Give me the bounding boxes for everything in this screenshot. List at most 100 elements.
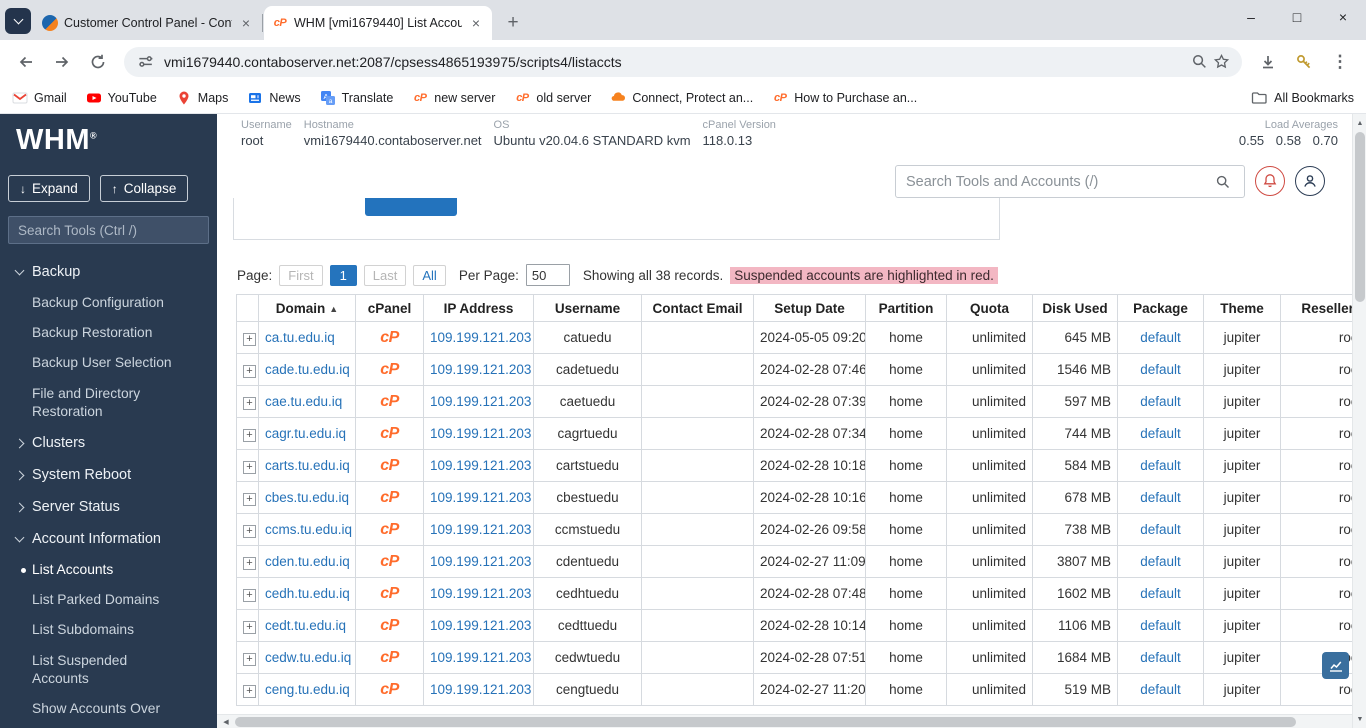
expand-row-icon[interactable]: + <box>243 621 256 634</box>
browser-tab-contabo[interactable]: Customer Control Panel - Conta × <box>34 6 262 40</box>
domain-link[interactable]: ca.tu.edu.iq <box>265 330 335 345</box>
domain-link[interactable]: cagr.tu.edu.iq <box>265 426 346 441</box>
expand-button[interactable]: ↓ Expand <box>8 175 90 202</box>
scroll-down-icon[interactable]: ▼ <box>1353 712 1366 726</box>
sidebar-item-list-subdomains[interactable]: List Subdomains <box>0 615 217 645</box>
first-page-button[interactable]: First <box>279 265 322 286</box>
bookmark-star-icon[interactable] <box>1210 51 1232 73</box>
sidebar-item-file-and-directory-restoration[interactable]: File and Directory Restoration <box>0 379 217 427</box>
column-header-reseller-owner[interactable]: Reseller/Owner <box>1281 295 1353 322</box>
package-link[interactable]: default <box>1140 586 1181 601</box>
sidebar-item-list-suspended-accounts[interactable]: List Suspended Accounts <box>0 646 217 694</box>
cpanel-login-icon[interactable]: cP <box>380 361 399 378</box>
sidebar-item-server-status[interactable]: Server Status <box>0 491 217 523</box>
site-controls-icon[interactable] <box>134 51 156 73</box>
browser-tab-whm[interactable]: cP WHM [vmi1679440] List Accou × <box>264 6 492 40</box>
reload-button[interactable] <box>85 49 111 75</box>
cpanel-login-icon[interactable]: cP <box>380 521 399 538</box>
tab-close-icon[interactable]: × <box>468 15 484 31</box>
cpanel-login-icon[interactable]: cP <box>380 585 399 602</box>
forward-button[interactable] <box>49 49 75 75</box>
main-search-box[interactable] <box>895 165 1245 198</box>
notifications-button[interactable] <box>1255 166 1285 196</box>
sidebar-item-clusters[interactable]: Clusters <box>0 427 217 459</box>
package-link[interactable]: default <box>1140 458 1181 473</box>
expand-row-icon[interactable]: + <box>243 525 256 538</box>
ip-address-link[interactable]: 109.199.121.203 <box>430 554 531 569</box>
package-link[interactable]: default <box>1140 650 1181 665</box>
bookmark-maps[interactable]: Maps <box>176 90 229 106</box>
per-page-input[interactable] <box>526 264 570 286</box>
url-bar[interactable]: vmi1679440.contaboserver.net:2087/cpsess… <box>124 47 1242 77</box>
package-link[interactable]: default <box>1140 490 1181 505</box>
expand-row-icon[interactable]: + <box>243 589 256 602</box>
domain-link[interactable]: cedt.tu.edu.iq <box>265 618 346 633</box>
maximize-button[interactable]: □ <box>1274 0 1320 34</box>
ip-address-link[interactable]: 109.199.121.203 <box>430 362 531 377</box>
bookmark-how-to-purchase-an[interactable]: cPHow to Purchase an... <box>772 90 917 106</box>
bookmark-old-server[interactable]: cPold server <box>514 90 591 106</box>
domain-link[interactable]: ceng.tu.edu.iq <box>265 682 350 697</box>
cpanel-login-icon[interactable]: cP <box>380 425 399 442</box>
column-header-package[interactable]: Package <box>1118 295 1204 322</box>
package-link[interactable]: default <box>1140 362 1181 377</box>
domain-link[interactable]: cedw.tu.edu.iq <box>265 650 351 665</box>
bookmark-connect-protect-an[interactable]: Connect, Protect an... <box>610 90 753 106</box>
sidebar-item-backup-restoration[interactable]: Backup Restoration <box>0 318 217 348</box>
expand-row-icon[interactable]: + <box>243 333 256 346</box>
package-link[interactable]: default <box>1140 426 1181 441</box>
column-header-quota[interactable]: Quota <box>947 295 1033 322</box>
tab-close-icon[interactable]: × <box>238 15 254 31</box>
ip-address-link[interactable]: 109.199.121.203 <box>430 682 531 697</box>
sidebar-item-list-parked-domains[interactable]: List Parked Domains <box>0 585 217 615</box>
cpanel-login-icon[interactable]: cP <box>380 553 399 570</box>
domain-link[interactable]: cedh.tu.edu.iq <box>265 586 350 601</box>
sidebar-item-backup-user-selection[interactable]: Backup User Selection <box>0 348 217 378</box>
horizontal-scroll-thumb[interactable] <box>235 717 1296 727</box>
cpanel-login-icon[interactable]: cP <box>380 393 399 410</box>
expand-row-icon[interactable]: + <box>243 429 256 442</box>
bookmark-translate[interactable]: AaTranslate <box>320 90 394 106</box>
current-page-button[interactable]: 1 <box>330 265 357 286</box>
column-header-contact-email[interactable]: Contact Email <box>642 295 754 322</box>
bookmark-youtube[interactable]: YouTube <box>86 90 157 106</box>
column-header-theme[interactable]: Theme <box>1204 295 1281 322</box>
ip-address-link[interactable]: 109.199.121.203 <box>430 394 531 409</box>
column-header-partition[interactable]: Partition <box>866 295 947 322</box>
collapse-button[interactable]: ↑ Collapse <box>100 175 189 202</box>
sidebar-item-account-information[interactable]: Account Information <box>0 523 217 555</box>
ip-address-link[interactable]: 109.199.121.203 <box>430 426 531 441</box>
expand-row-icon[interactable]: + <box>243 653 256 666</box>
package-link[interactable]: default <box>1140 394 1181 409</box>
vertical-scrollbar[interactable]: ▲ ▼ <box>1352 114 1366 728</box>
bookmark-news[interactable]: News <box>247 90 300 106</box>
cpanel-login-icon[interactable]: cP <box>380 329 399 346</box>
cpanel-login-icon[interactable]: cP <box>380 649 399 666</box>
ip-address-link[interactable]: 109.199.121.203 <box>430 330 531 345</box>
ip-address-link[interactable]: 109.199.121.203 <box>430 586 531 601</box>
all-bookmarks-button[interactable]: All Bookmarks <box>1251 90 1354 106</box>
bookmark-new-server[interactable]: cPnew server <box>412 90 495 106</box>
column-header-cpanel[interactable]: cPanel <box>356 295 424 322</box>
sidebar-item-backup-configuration[interactable]: Backup Configuration <box>0 288 217 318</box>
zoom-icon[interactable] <box>1188 51 1210 73</box>
ip-address-link[interactable]: 109.199.121.203 <box>430 458 531 473</box>
column-header-domain[interactable]: Domain▲ <box>259 295 356 322</box>
domain-link[interactable]: ccms.tu.edu.iq <box>265 522 352 537</box>
column-header-username[interactable]: Username <box>534 295 642 322</box>
expand-row-icon[interactable]: + <box>243 365 256 378</box>
browser-menu-icon[interactable]: ⋮ <box>1327 49 1353 75</box>
sidebar-item-system-reboot[interactable]: System Reboot <box>0 459 217 491</box>
ip-address-link[interactable]: 109.199.121.203 <box>430 618 531 633</box>
vertical-scroll-thumb[interactable] <box>1355 132 1365 302</box>
domain-link[interactable]: cbes.tu.edu.iq <box>265 490 349 505</box>
ip-address-link[interactable]: 109.199.121.203 <box>430 650 531 665</box>
column-header-disk-used[interactable]: Disk Used <box>1033 295 1118 322</box>
ip-address-link[interactable]: 109.199.121.203 <box>430 522 531 537</box>
package-link[interactable]: default <box>1140 522 1181 537</box>
expand-row-icon[interactable]: + <box>243 461 256 474</box>
package-link[interactable]: default <box>1140 330 1181 345</box>
main-search-input[interactable] <box>906 174 1212 190</box>
domain-link[interactable]: cade.tu.edu.iq <box>265 362 350 377</box>
all-pages-button[interactable]: All <box>413 265 445 286</box>
